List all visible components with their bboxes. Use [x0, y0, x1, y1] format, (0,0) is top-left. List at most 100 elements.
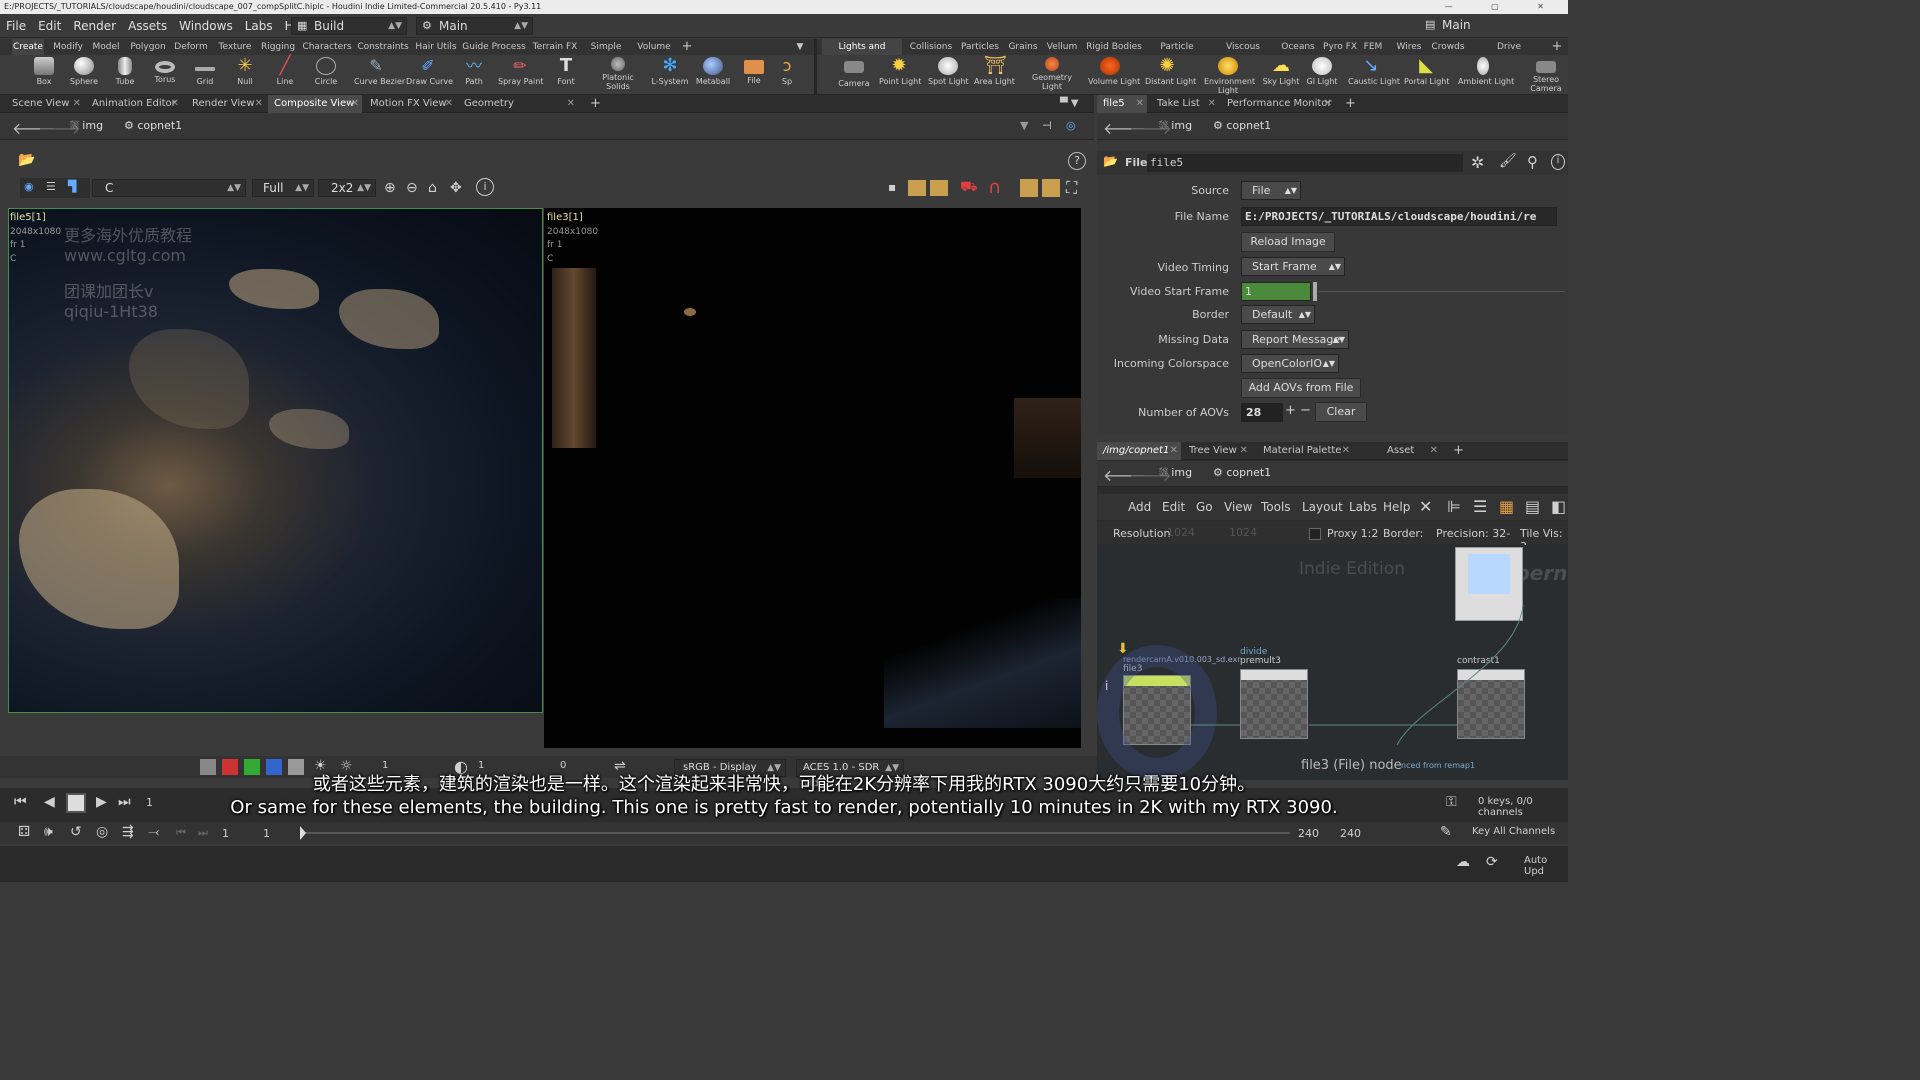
shelf-tab-drive-simulation[interactable]: Drive Simulation	[1472, 39, 1546, 68]
clear-button[interactable]: Clear	[1315, 402, 1367, 422]
tool-line[interactable]: ╱ Line	[265, 57, 305, 95]
menu-windows[interactable]: Windows	[173, 14, 239, 38]
add-tab-icon[interactable]: +	[584, 95, 601, 113]
zoom-out-icon[interactable]: ⊖	[406, 180, 418, 196]
tool-ambient-light[interactable]: Ambient Light	[1458, 57, 1514, 95]
tool-metaball[interactable]: Metaball	[693, 57, 733, 95]
info-icon[interactable]: i	[1551, 154, 1565, 170]
shelf-tab-rigid-bodies[interactable]: Rigid Bodies	[1086, 39, 1142, 55]
tab-motion-fx-view[interactable]: Motion FX View ✕	[364, 95, 456, 113]
shelf-tab-rigging[interactable]: Rigging	[259, 39, 297, 55]
frame-icon[interactable]: ✥	[450, 180, 462, 196]
tab-geometry-spreadsheet[interactable]: Geometry Spreadsheet✕	[458, 95, 578, 127]
net-menu-labs[interactable]: Labs	[1349, 500, 1377, 514]
shelf-tab-deform[interactable]: Deform	[172, 39, 210, 55]
tool-curve-bezier[interactable]: ✎ Curve Bezier	[354, 57, 405, 95]
pin-icon[interactable]: ⊣	[1042, 119, 1052, 132]
list-icon[interactable]: ☰	[1473, 497, 1487, 516]
tab-asset-browser[interactable]: Asset Browser✕	[1381, 442, 1441, 474]
wrench-icon[interactable]: ✕	[1419, 497, 1432, 516]
help-icon[interactable]: ?	[1068, 152, 1086, 170]
shelf-tab-constraints[interactable]: Constraints	[356, 39, 410, 55]
split-icon[interactable]: ◧	[1551, 497, 1566, 516]
palette-icon[interactable]: ▦	[1499, 497, 1514, 516]
quad-view-icon[interactable]	[930, 180, 948, 196]
breadcrumb-copnet[interactable]: ⚙ copnet1	[1213, 119, 1271, 132]
tool-area-light[interactable]: ⛩ Area Light	[974, 57, 1015, 95]
shelf-divider[interactable]	[814, 39, 817, 95]
missing-data-dropdown[interactable]: Report Message ▲▼	[1241, 330, 1349, 349]
timeline-track[interactable]	[300, 832, 1290, 834]
resolution-y[interactable]: 1024	[1229, 526, 1257, 539]
add-param-tab-icon[interactable]: +	[1339, 95, 1356, 113]
shelf-tab-texture[interactable]: Texture	[216, 39, 254, 55]
shelf-tab-oceans[interactable]: Oceans	[1280, 39, 1316, 55]
tool-l-system[interactable]: ✻ L-System	[650, 57, 690, 95]
viewer-toolbar-icons[interactable]: ◉ ☰ ▜	[20, 178, 90, 198]
tool-draw-curve[interactable]: ✐ Draw Curve	[406, 57, 453, 95]
key-all-icon[interactable]: ✎	[1440, 824, 1452, 840]
tool-volume-light[interactable]: Volume Light	[1088, 57, 1140, 95]
pane-menu-icon[interactable]: ▀ ▼	[1054, 95, 1090, 113]
speed-icon[interactable]: ◎	[96, 824, 108, 840]
tool-portal-light[interactable]: ◣ Portal Light	[1404, 57, 1450, 95]
prev-key-icon[interactable]: ⏮	[176, 826, 186, 840]
tool-torus[interactable]: Torus	[145, 57, 185, 95]
link-icon[interactable]: ◎	[1066, 119, 1076, 132]
add-net-tab-icon[interactable]: +	[1447, 442, 1464, 460]
net-menu-go[interactable]: Go	[1196, 500, 1213, 514]
shelf-tab-pyro-fx[interactable]: Pyro FX	[1322, 39, 1358, 55]
menu-edit[interactable]: Edit	[32, 14, 67, 38]
network-canvas[interactable]: Indie Edition Copernicus ⬇ rendercamA.v0…	[1097, 545, 1568, 780]
magnet-icon[interactable]: ∩	[988, 177, 1001, 198]
split-view-icon[interactable]	[908, 180, 926, 196]
shelf-tab-particles[interactable]: Particles	[960, 39, 1000, 55]
tab-material-palette[interactable]: Material Palette ✕	[1257, 442, 1353, 460]
range-end2[interactable]: 240	[1340, 827, 1361, 840]
range-end[interactable]: 240	[1298, 827, 1319, 840]
menu-assets[interactable]: Assets	[122, 14, 173, 38]
colorspace-dropdown[interactable]: OpenColorIO ▲▼	[1241, 354, 1339, 373]
tool-sky-light[interactable]: ☁ Sky Light	[1261, 57, 1301, 95]
shelf-tab-vellum[interactable]: Vellum	[1044, 39, 1080, 55]
file-name-field[interactable]: E:/PROJECTS/_TUTORIALS/cloudscape/houdin…	[1241, 207, 1557, 226]
layout-dropdown[interactable]: 2x2 ▲▼	[318, 179, 376, 197]
proxy-checkbox[interactable]	[1309, 528, 1321, 540]
shelf-tab-grains[interactable]: Grains	[1006, 39, 1040, 55]
tab-copnet1[interactable]: /img/copnet1 ✕	[1097, 442, 1181, 460]
net-menu-layout[interactable]: Layout	[1302, 500, 1343, 514]
tool-font[interactable]: T Font	[546, 57, 586, 95]
add-shelf-tab-icon[interactable]: +	[680, 39, 694, 55]
range-icon[interactable]: ⤙	[148, 824, 159, 840]
tab-render-view[interactable]: Render View ✕	[186, 95, 266, 113]
shelf-tab-polygon[interactable]: Polygon	[128, 39, 168, 55]
tool-spot-light[interactable]: Spot Light	[928, 57, 969, 95]
menu-render[interactable]: Render	[67, 14, 122, 38]
node-name-field[interactable]: file5	[1147, 154, 1463, 172]
tool-null[interactable]: ✳ Null	[225, 57, 265, 95]
tool-camera[interactable]: Camera	[834, 57, 874, 95]
shelf-tab-create[interactable]: Create	[12, 39, 44, 55]
realtime-icon[interactable]: ⚃	[18, 824, 30, 840]
info-icon[interactable]: i	[476, 178, 494, 196]
tab-file5[interactable]: file5 ✕	[1097, 95, 1147, 113]
viewer-image-right[interactable]	[544, 208, 1081, 748]
tab-scene-view[interactable]: Scene View ✕	[6, 95, 84, 113]
shelf-tab-terrain-fx[interactable]: Terrain FX	[530, 39, 580, 55]
single-view-icon[interactable]: ▪	[888, 180, 896, 194]
tool-gi-light[interactable]: GI Light	[1302, 57, 1342, 95]
grid-overlay-icon[interactable]	[1020, 179, 1038, 197]
shelf-tab-collisions[interactable]: Collisions	[908, 39, 954, 55]
tool-file[interactable]: File	[734, 57, 774, 95]
step-icon[interactable]: ⇶	[122, 824, 134, 840]
build-desktop-dropdown[interactable]: ▦ Build ▲▼	[291, 17, 407, 35]
tool-sphere[interactable]: Sphere	[64, 57, 104, 95]
shelf-tab-hair-utils[interactable]: Hair Utils	[414, 39, 458, 55]
net-menu-add[interactable]: Add	[1128, 500, 1151, 514]
shelf-menu-icon[interactable]: ▼	[794, 39, 806, 55]
tool-box[interactable]: Box	[24, 57, 64, 95]
tool-path[interactable]: 〰 Path	[454, 57, 494, 95]
window-controls[interactable]: — ▢ ✕	[1445, 0, 1562, 14]
tile-overlay-icon[interactable]	[1042, 179, 1060, 197]
tool-distant-light[interactable]: ✺ Distant Light	[1145, 57, 1196, 95]
